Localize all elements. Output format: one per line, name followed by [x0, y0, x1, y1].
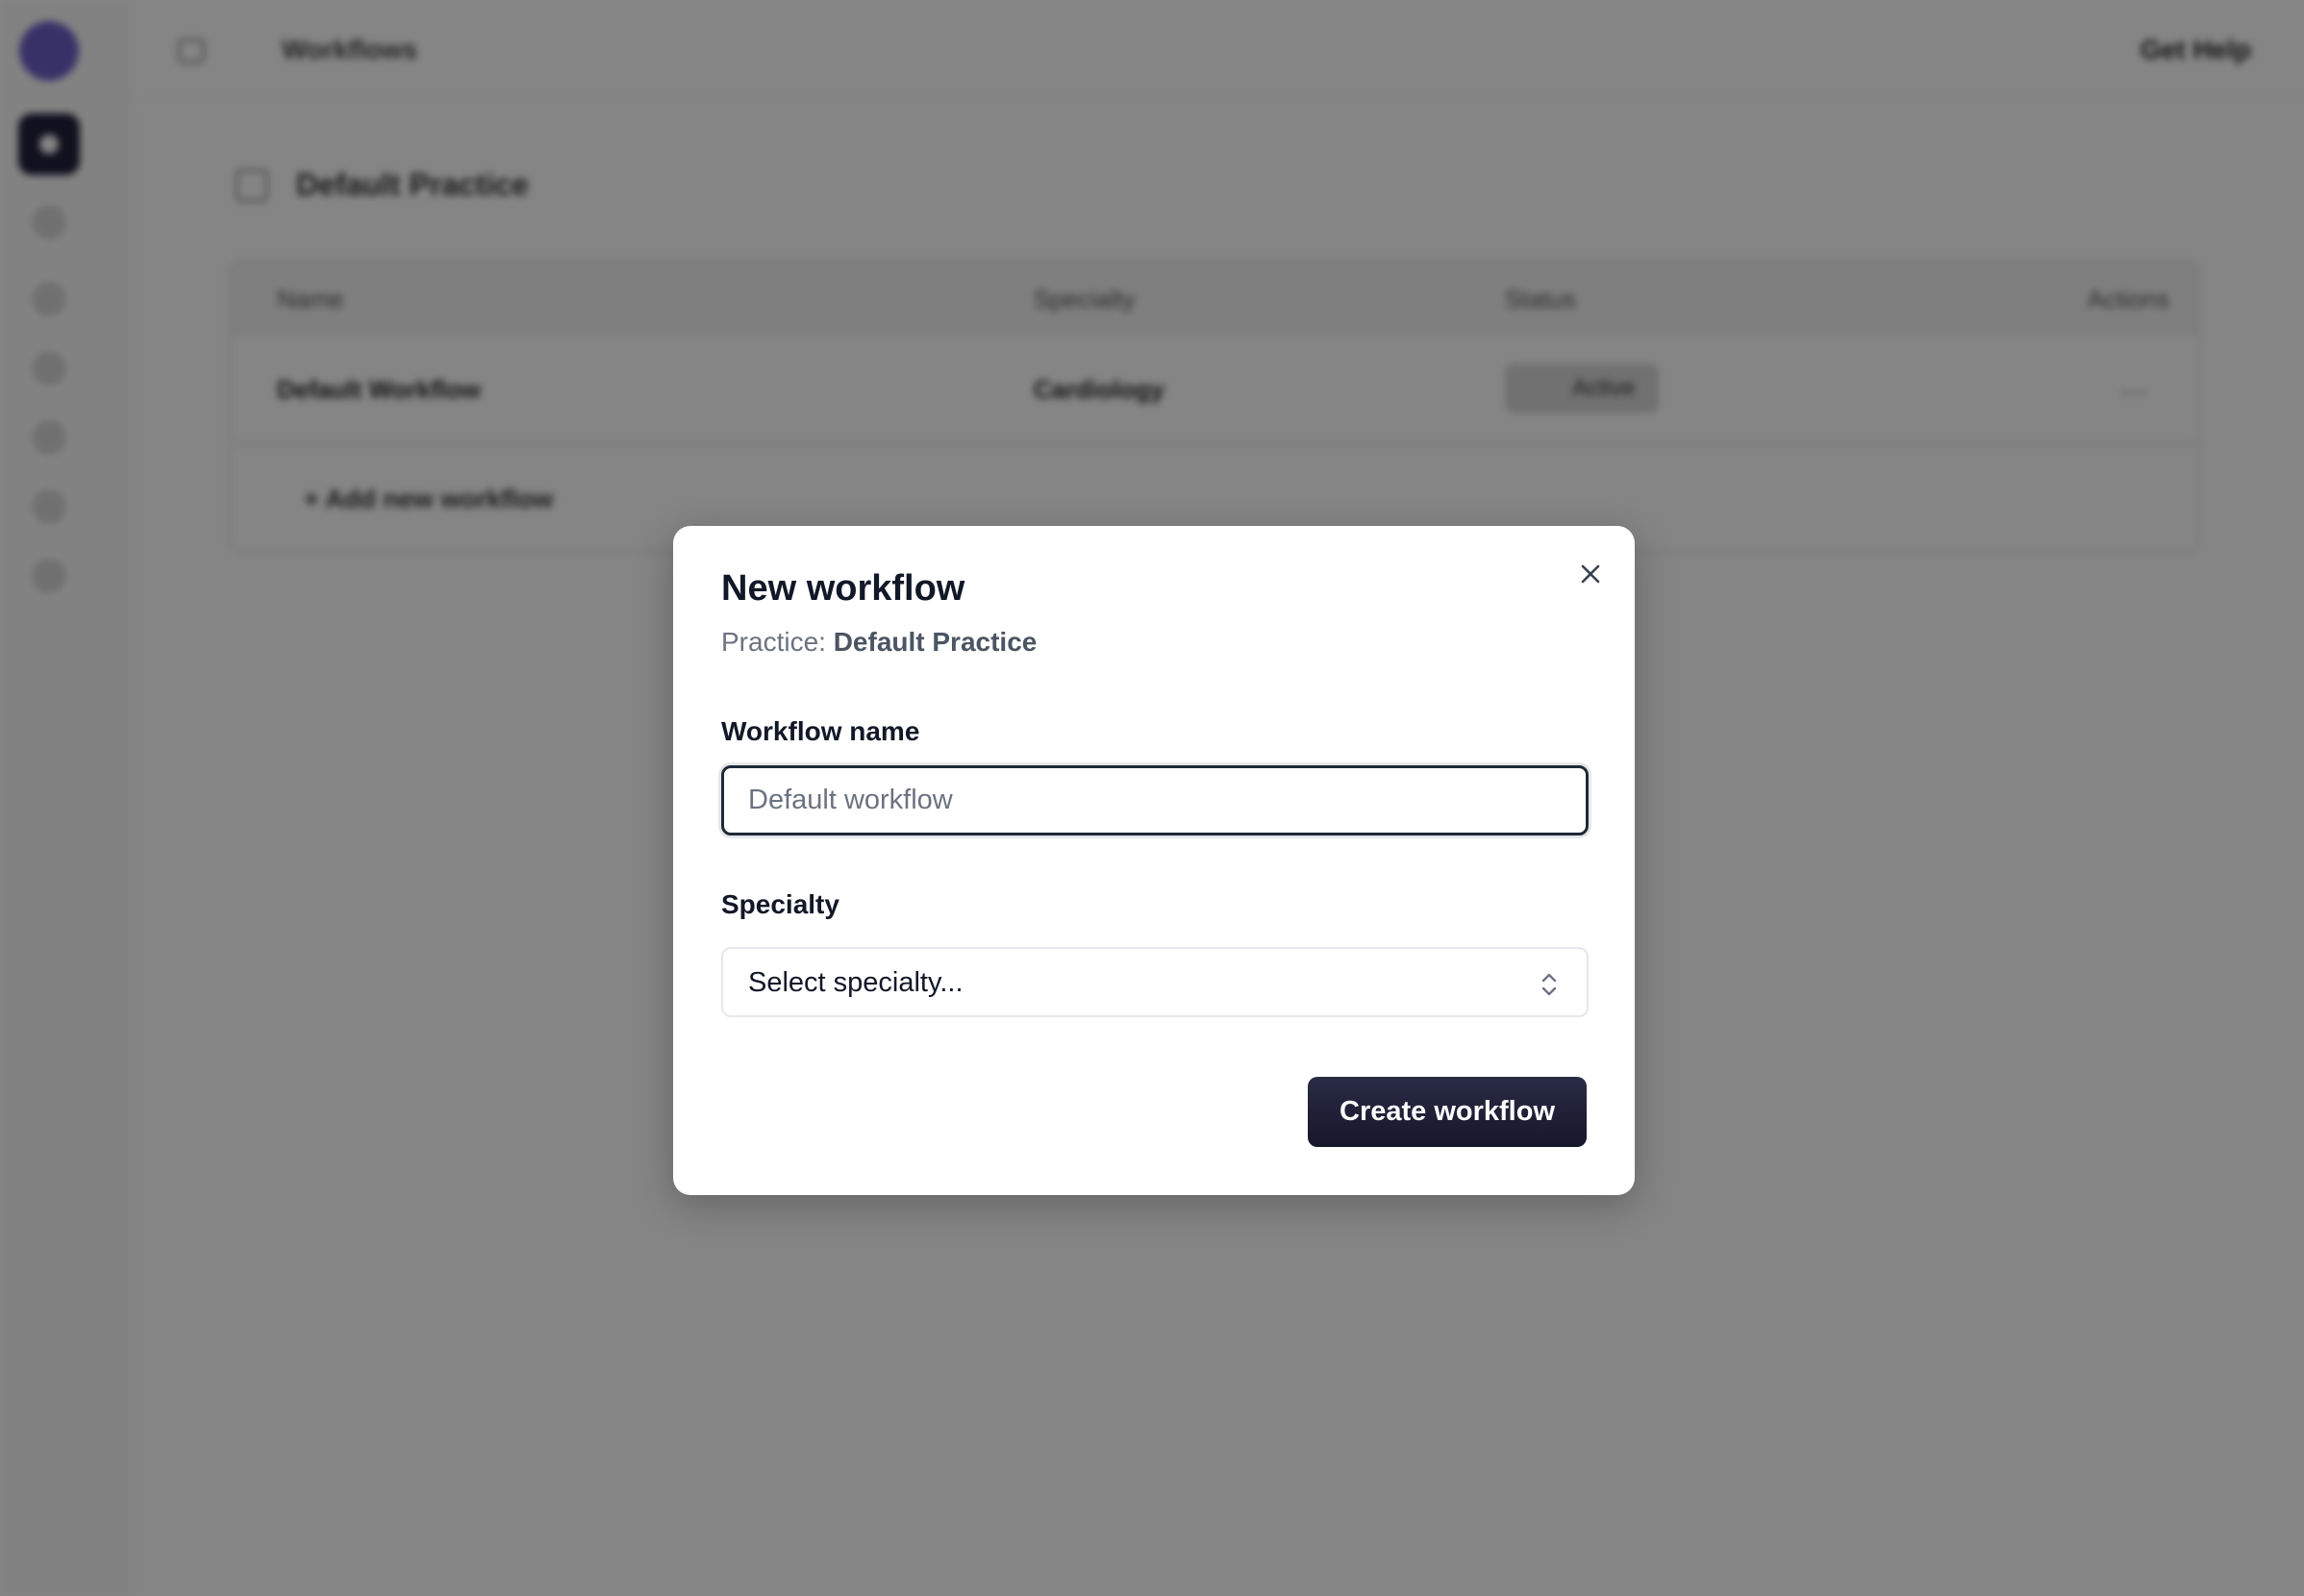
practice-name: Default Practice — [833, 627, 1038, 657]
specialty-select[interactable]: Select specialty... — [721, 947, 1589, 1017]
workflow-name-input[interactable] — [721, 765, 1589, 835]
dialog-title: New workflow — [721, 568, 965, 609]
new-workflow-dialog: New workflow Practice: Default Practice … — [673, 526, 1635, 1195]
specialty-select-value: Select specialty... — [748, 967, 964, 998]
practice-prefix: Practice: — [721, 627, 834, 657]
workflow-name-label: Workflow name — [721, 716, 920, 746]
specialty-label: Specialty — [721, 889, 839, 919]
close-icon — [1581, 564, 1600, 584]
create-workflow-button[interactable]: Create workflow — [1308, 1077, 1587, 1147]
chevron-up-down-icon — [1541, 973, 1557, 996]
close-button[interactable] — [1575, 559, 1606, 589]
dialog-subtitle: Practice: Default Practice — [721, 627, 1037, 658]
